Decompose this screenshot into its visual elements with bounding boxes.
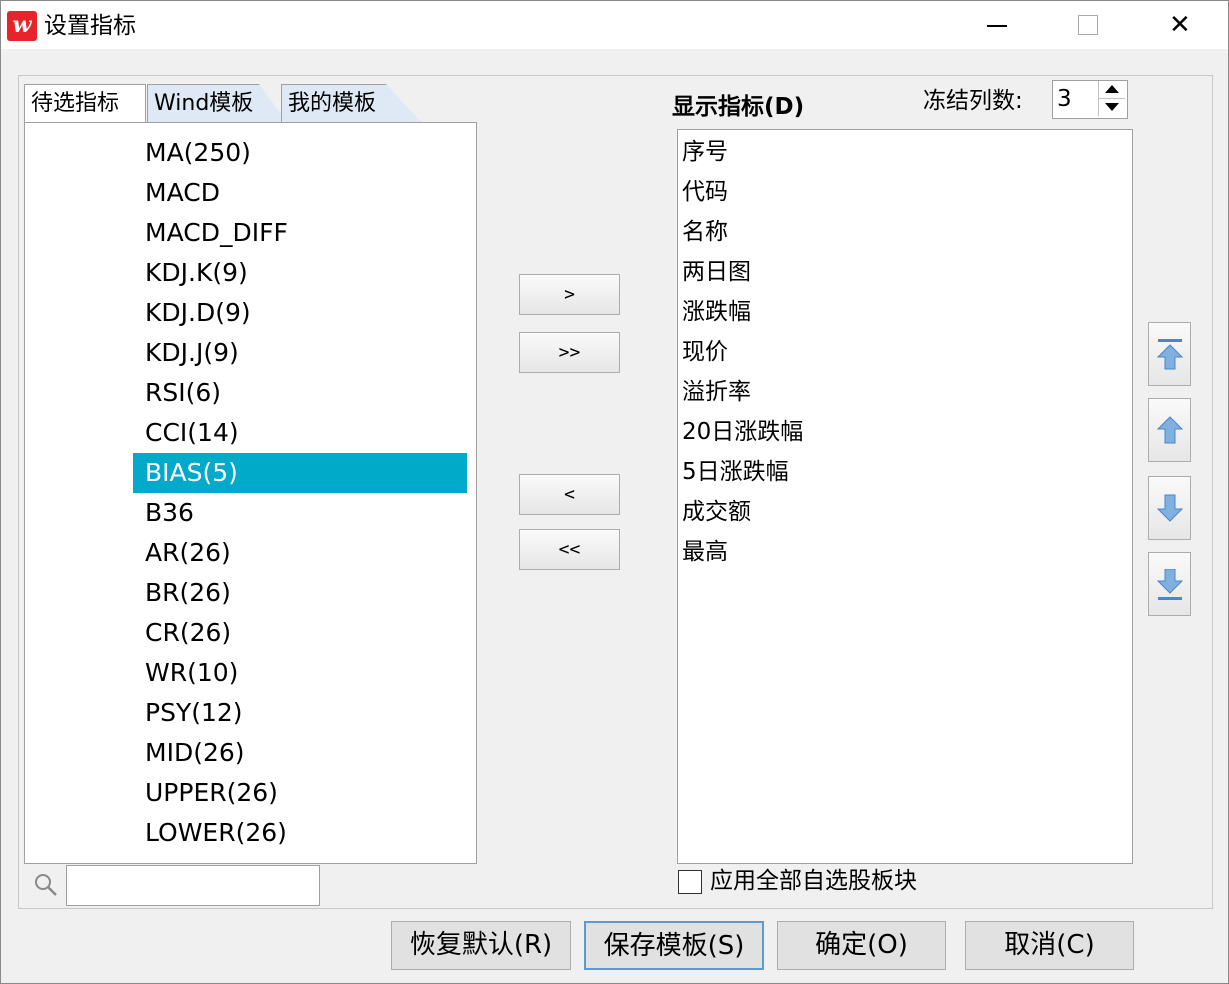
add-indicator-button[interactable]: > [519, 274, 620, 315]
freeze-columns-label: 冻结列数: [923, 88, 1023, 114]
remove-indicator-button[interactable]: < [519, 474, 620, 515]
spin-down-button[interactable] [1098, 99, 1125, 116]
list-item[interactable]: CR(26) [133, 613, 467, 653]
list-item[interactable]: MA(250) [133, 133, 467, 173]
remove-all-button[interactable]: << [519, 529, 620, 570]
list-item[interactable]: LOWER(26) [133, 813, 467, 853]
wind-logo-icon: w [7, 11, 37, 41]
maximize-button[interactable] [1043, 1, 1135, 49]
apply-all-checkbox[interactable] [678, 870, 702, 894]
move-bottom-icon [1156, 569, 1184, 600]
add-all-button[interactable]: >> [519, 332, 620, 373]
list-item[interactable]: MACD_DIFF [133, 213, 467, 253]
minimize-icon [987, 25, 1007, 27]
list-item[interactable]: RSI(6) [133, 373, 467, 413]
tab-available-indicators[interactable]: 待选指标 [24, 84, 146, 122]
display-list-item[interactable]: 最高 [682, 532, 728, 572]
ok-button[interactable]: 确定(O) [777, 921, 946, 970]
display-list-item[interactable]: 现价 [682, 332, 728, 372]
list-item[interactable]: CCI(14) [133, 413, 467, 453]
list-item[interactable]: BR(26) [133, 573, 467, 613]
list-item[interactable]: PSY(12) [133, 693, 467, 733]
display-list-item[interactable]: 序号 [682, 132, 728, 172]
dialog-body: 待选指标 Wind模板 我的模板 MA(250) MACD MACD_DIFF KDJ… [18, 75, 1213, 909]
save-template-button[interactable]: 保存模板(S) [584, 921, 764, 970]
list-item-selected[interactable]: BIAS(5) [133, 453, 467, 493]
arrow-up-icon [1105, 85, 1119, 93]
display-list-item[interactable]: 20日涨跌幅 [682, 412, 803, 452]
list-item[interactable]: KDJ.K(9) [133, 253, 467, 293]
search-input[interactable] [66, 865, 320, 906]
minimize-button[interactable] [951, 1, 1043, 49]
list-item[interactable]: KDJ.J(9) [133, 333, 467, 373]
restore-default-button[interactable]: 恢复默认(R) [391, 921, 571, 970]
move-up-icon [1156, 416, 1184, 444]
list-item[interactable]: KDJ.D(9) [133, 293, 467, 333]
list-item[interactable]: WR(10) [133, 653, 467, 693]
display-list-item[interactable]: 名称 [682, 212, 728, 252]
move-bottom-button[interactable] [1148, 552, 1191, 616]
maximize-icon [1078, 15, 1098, 35]
display-list-item[interactable]: 溢折率 [682, 372, 751, 412]
spin-up-button[interactable] [1098, 81, 1125, 99]
display-list-item[interactable]: 代码 [682, 172, 728, 212]
display-indicators-header: 显示指标(D) [672, 94, 805, 120]
list-item[interactable]: AR(26) [133, 533, 467, 573]
display-list-item[interactable]: 成交额 [682, 492, 751, 532]
search-icon [35, 874, 57, 896]
move-down-button[interactable] [1148, 476, 1191, 540]
tab-wind-templates[interactable]: Wind模板 [147, 84, 287, 122]
arrow-down-icon [1105, 103, 1119, 111]
title-bar: w 设置指标 ✕ [1, 1, 1228, 49]
cancel-button[interactable]: 取消(C) [965, 921, 1134, 970]
list-item[interactable]: UPPER(26) [133, 773, 467, 813]
display-list-item[interactable]: 涨跌幅 [682, 292, 751, 332]
list-item[interactable]: MID(26) [133, 733, 467, 773]
available-indicators-list[interactable]: MA(250) MACD MACD_DIFF KDJ.K(9) KDJ.D(9) KDJ.… [24, 122, 477, 864]
tab-my-templates[interactable]: 我的模板 [281, 84, 421, 122]
move-top-button[interactable] [1148, 322, 1191, 386]
freeze-columns-spinner[interactable]: 3 [1052, 80, 1128, 119]
move-top-icon [1156, 339, 1184, 370]
settings-dialog: w 设置指标 ✕ 待选指标 Wind模板 我的模板 MA(250) MACD MAC… [0, 0, 1229, 984]
window-title: 设置指标 [44, 13, 136, 39]
display-list-item[interactable]: 两日图 [682, 252, 751, 292]
display-list-item[interactable]: 5日涨跌幅 [682, 452, 789, 492]
close-icon: ✕ [1169, 10, 1191, 40]
list-item[interactable]: B36 [133, 493, 467, 533]
move-down-icon [1156, 494, 1184, 522]
apply-all-label[interactable]: 应用全部自选股板块 [710, 866, 917, 896]
move-up-button[interactable] [1148, 398, 1191, 462]
display-indicators-list[interactable]: 序号 代码 名称 两日图 涨跌幅 现价 溢折率 20日涨跌幅 5日涨跌幅 成交额 最高 [677, 129, 1133, 864]
close-button[interactable]: ✕ [1135, 1, 1227, 49]
list-item[interactable]: MACD [133, 173, 467, 213]
freeze-columns-value[interactable]: 3 [1057, 84, 1072, 114]
